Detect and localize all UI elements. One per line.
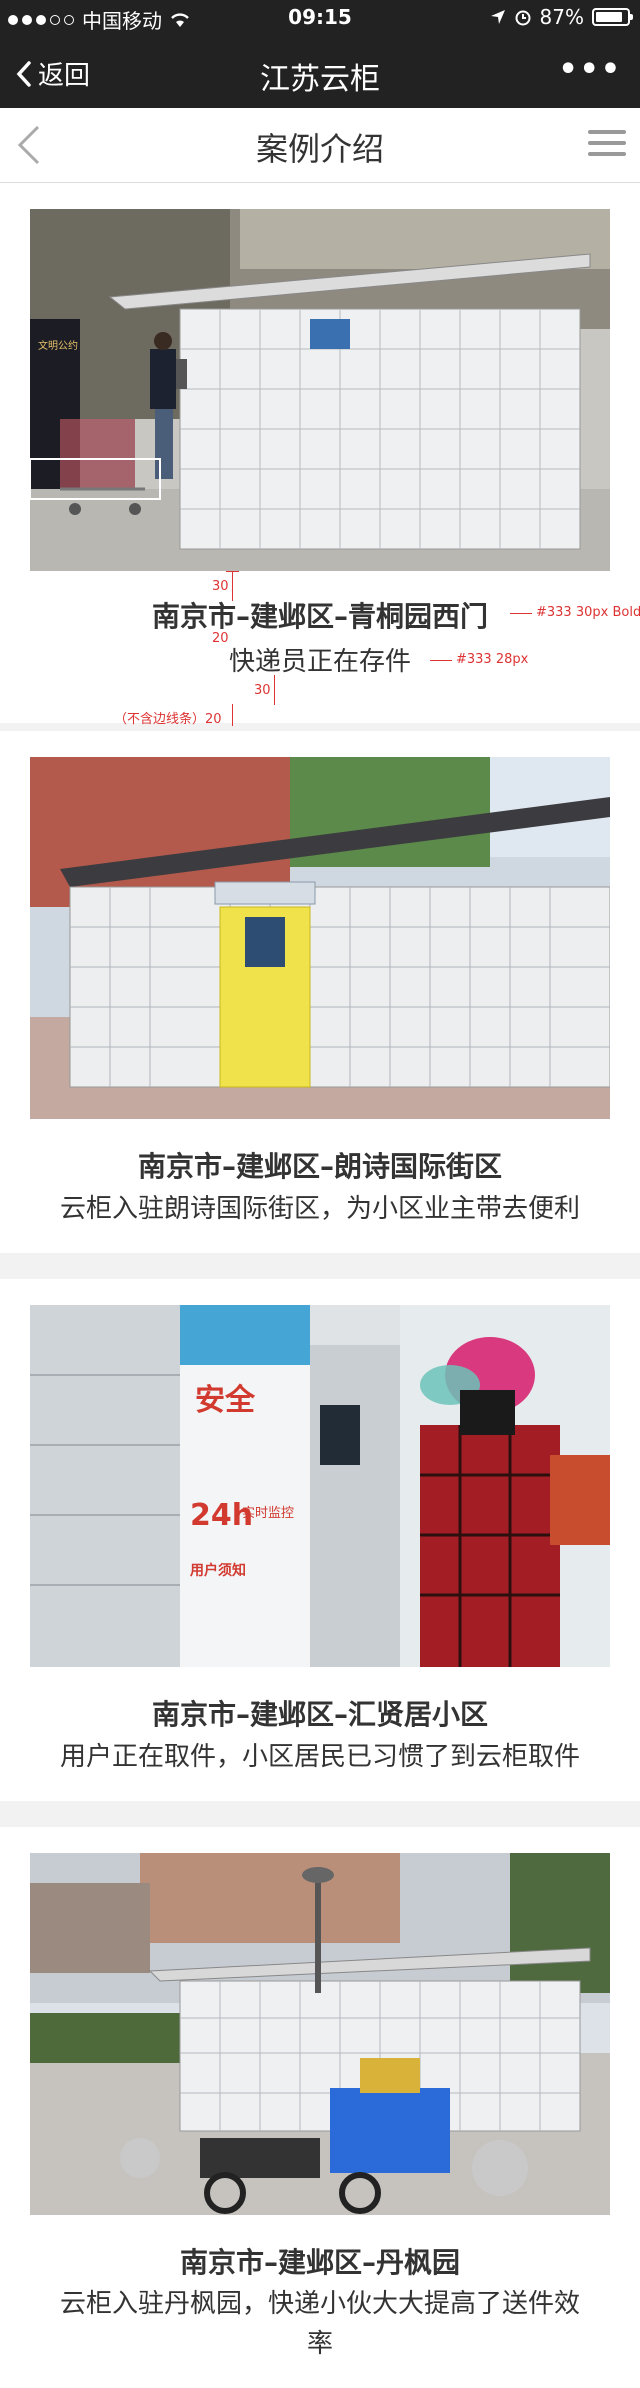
annotation-gap-top: 30 [212,579,229,594]
case-photo: 文明公约 [30,209,610,571]
case-photo [30,757,610,1119]
photo-sign-d: 用户须知 [190,1562,246,1579]
annotation-line [232,571,233,601]
nav-bar: 返回 江苏云柜 ••• [0,36,640,108]
annotation-desc-spec: #333 28px [456,652,529,667]
annotation-gap-bottom: （不含边线条）20 [114,712,222,727]
case-card[interactable]: 安全 24h 实时监控 用户须知 南京市–建邺区–汇贤居小区 用户正在取件，小区… [0,1279,640,1801]
alarm-icon [515,10,531,26]
annotation-arrow [510,613,532,614]
status-bar: 中国移动 09:15 87% [0,0,640,36]
case-photo [30,1853,610,2215]
case-desc: 云柜入驻朗诗国际街区，为小区业主带去便利 [59,1194,580,1224]
battery-percent: 87% [539,5,584,29]
photo-sign-a: 安全 [195,1383,256,1418]
status-right: 87% [490,5,633,29]
more-button[interactable]: ••• [558,52,622,87]
page-header: 案例介绍 [0,108,640,183]
case-card[interactable]: 文明公约 南京市–建邺区–青桐园西门 快递员正在存件 30 #333 30px … [0,183,640,723]
photo-sign-c: 实时监控 [242,1506,294,1521]
annotation-title-spec: #333 30px Bold [536,605,640,620]
annotation-line [226,571,239,572]
annotation-gap-mid: 20 [212,631,229,646]
battery-icon [592,8,633,26]
case-title: 南京市–建邺区–汇贤居小区 [151,1698,488,1731]
page-title: 案例介绍 [255,130,384,168]
case-title: 南京市–建邺区–丹枫园 [179,2246,460,2279]
annotation-line [232,704,233,726]
case-desc: 云柜入驻丹枫园，快递小伙大大提高了送件效率 [60,2289,581,2359]
annotation-arrow [430,660,452,661]
annotation-line [274,675,275,705]
case-photo: 安全 24h 实时监控 用户须知 [30,1305,610,1667]
photo-board-text: 文明公约 [38,339,78,352]
case-desc: 用户正在取件，小区居民已习惯了到云柜取件 [59,1742,580,1772]
location-icon [490,10,505,24]
case-card[interactable]: 南京市–建邺区–丹枫园 云柜入驻丹枫园，快递小伙大大提高了送件效率 [0,1827,640,2388]
menu-icon[interactable] [588,130,626,163]
case-card[interactable]: 南京市–建邺区–朗诗国际街区 云柜入驻朗诗国际街区，为小区业主带去便利 [0,731,640,1253]
nav-title: 江苏云柜 [260,62,380,97]
case-title: 南京市–建邺区–朗诗国际街区 [137,1150,502,1183]
annotation-gap-desc: 30 [254,683,271,698]
